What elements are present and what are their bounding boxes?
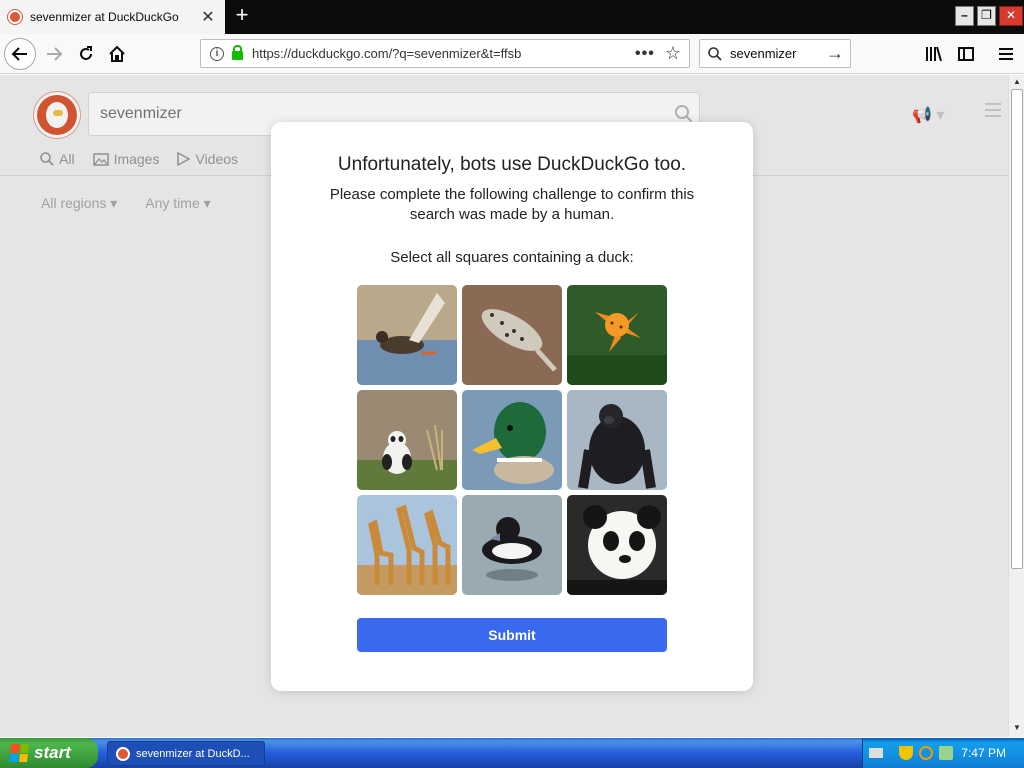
home-button[interactable] xyxy=(101,38,133,70)
hamburger-menu-button[interactable] xyxy=(990,38,1022,70)
challenge-tile-duck-flying[interactable] xyxy=(357,285,457,385)
scrollbar-thumb[interactable] xyxy=(1011,89,1023,569)
window-close-button[interactable]: ✕ xyxy=(999,6,1023,26)
start-button[interactable]: start xyxy=(0,738,98,768)
keyboard-icon[interactable] xyxy=(869,748,883,758)
challenge-title: Unfortunately, bots use DuckDuckGo too. xyxy=(337,154,687,175)
window-restore-button[interactable]: ❐ xyxy=(977,6,996,26)
arrow-right-icon xyxy=(47,47,63,61)
challenge-tile-panda-grass[interactable] xyxy=(357,390,457,490)
tab-active[interactable]: sevenmizer at DuckDuckGo ✕ xyxy=(0,0,225,34)
submit-button[interactable]: Submit xyxy=(357,618,667,652)
tab-title: sevenmizer at DuckDuckGo xyxy=(30,10,179,24)
url-bar[interactable]: i https://duckduckgo.com/?q=sevenmizer&t… xyxy=(200,39,690,68)
page-actions-icon[interactable]: ••• xyxy=(635,45,655,63)
menu-icon xyxy=(999,48,1013,60)
search-go-icon[interactable]: → xyxy=(826,43,844,64)
reload-icon xyxy=(80,46,92,60)
challenge-tile-giraffes[interactable] xyxy=(357,495,457,595)
challenge-tile-tufted-duck[interactable] xyxy=(462,495,562,595)
bookmark-star-icon[interactable]: ☆ xyxy=(665,43,681,64)
forward-button[interactable] xyxy=(38,38,70,70)
window-minimize-button[interactable]: – xyxy=(955,6,974,26)
scroll-down-icon[interactable]: ▼ xyxy=(1011,723,1023,735)
challenge-tile-panda-face[interactable] xyxy=(567,495,667,595)
back-button[interactable] xyxy=(4,38,36,70)
taskbar-window-button[interactable]: sevenmizer at DuckD... xyxy=(107,741,265,766)
challenge-image-grid xyxy=(357,285,667,595)
duckduckgo-favicon-icon xyxy=(8,10,22,24)
challenge-instruction: Select all squares containing a duck: xyxy=(390,249,634,266)
sidebar-toggle-button[interactable] xyxy=(950,38,982,70)
reload-button[interactable] xyxy=(70,38,102,70)
lock-icon xyxy=(232,45,243,60)
search-field-value[interactable]: sevenmizer xyxy=(730,46,826,61)
library-icon xyxy=(926,46,942,62)
challenge-tile-mallard-duck[interactable] xyxy=(462,390,562,490)
search-tray-icon[interactable] xyxy=(919,746,933,760)
arrow-left-icon xyxy=(11,47,27,61)
windows-flag-icon xyxy=(9,744,29,762)
clock[interactable]: 7:47 PM xyxy=(961,746,1006,760)
browser-search-bar[interactable]: sevenmizer → xyxy=(699,39,851,68)
search-icon xyxy=(708,46,722,61)
home-icon xyxy=(109,45,125,62)
network-icon[interactable] xyxy=(939,746,953,760)
library-button[interactable] xyxy=(918,38,950,70)
info-icon[interactable]: i xyxy=(210,46,224,61)
vertical-scrollbar[interactable]: ▲ ▼ xyxy=(1008,75,1024,737)
bot-challenge-modal: Unfortunately, bots use DuckDuckGo too. … xyxy=(271,122,753,691)
challenge-subtitle: Please complete the following challenge … xyxy=(329,186,695,223)
challenge-tile-leopard-gecko[interactable] xyxy=(462,285,562,385)
sidebar-icon xyxy=(958,47,974,61)
scroll-up-icon[interactable]: ▲ xyxy=(1011,77,1023,89)
start-label: start xyxy=(34,743,71,762)
tab-close-icon[interactable]: ✕ xyxy=(199,7,217,27)
new-tab-button[interactable]: + xyxy=(230,4,254,28)
url-text[interactable]: https://duckduckgo.com/?q=sevenmizer&t=f… xyxy=(252,46,635,61)
browser-window-icon xyxy=(116,746,130,761)
browser-titlebar: sevenmizer at DuckDuckGo ✕ + – ❐ ✕ xyxy=(0,0,1024,34)
windows-taskbar: start sevenmizer at DuckD... 7:47 PM xyxy=(0,738,1024,768)
challenge-tile-gorilla[interactable] xyxy=(567,390,667,490)
taskbar-window-label: sevenmizer at DuckD... xyxy=(136,747,250,760)
navigation-toolbar: i https://duckduckgo.com/?q=sevenmizer&t… xyxy=(0,34,1024,74)
challenge-tile-tiger-lily[interactable] xyxy=(567,285,667,385)
security-shield-icon[interactable] xyxy=(899,746,913,760)
system-tray: 7:47 PM xyxy=(862,738,1024,768)
